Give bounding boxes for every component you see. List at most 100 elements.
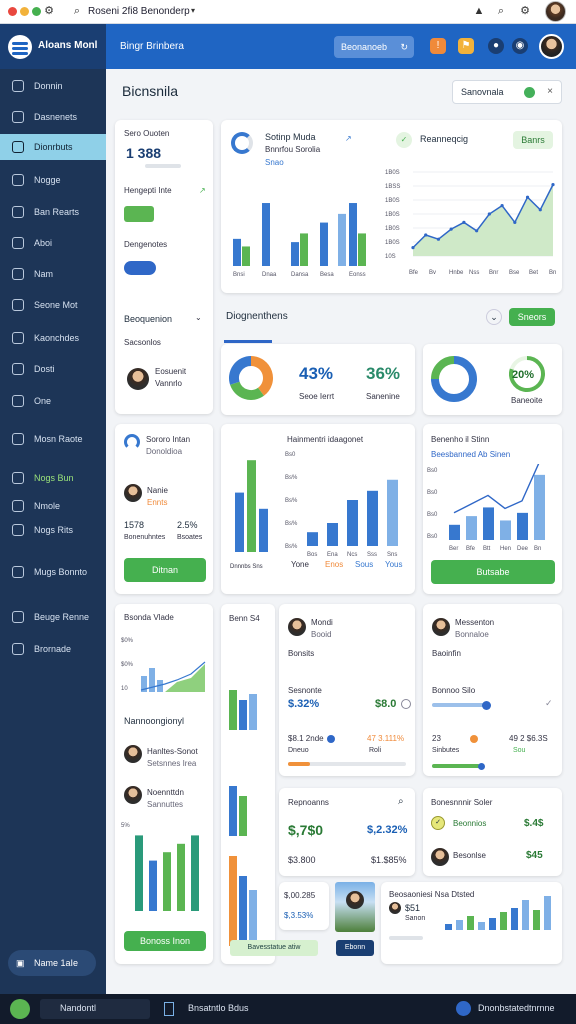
bar bbox=[500, 520, 511, 540]
trend-button[interactable]: Banrs bbox=[513, 131, 553, 149]
user-avatar[interactable] bbox=[545, 1, 566, 22]
sidebar-item-2[interactable]: Dionrbuts bbox=[0, 134, 106, 160]
file-icon[interactable] bbox=[164, 1002, 174, 1016]
app-icon[interactable] bbox=[456, 1001, 471, 1016]
taskbar: Nandontl Bnsatntlo Bdus Dnonbstatedtnrnn… bbox=[0, 994, 576, 1024]
search-icon-right[interactable]: ⌕ bbox=[494, 4, 508, 18]
sidebar-item-1[interactable]: Dasnenets bbox=[0, 104, 106, 130]
close-icon[interactable]: × bbox=[547, 81, 553, 103]
diagnostics-underline bbox=[224, 340, 272, 343]
stat-slider[interactable] bbox=[432, 700, 491, 710]
person-subtitle: Booid bbox=[311, 630, 332, 639]
tick-label: Bnr bbox=[489, 270, 498, 276]
stat-slider-2[interactable] bbox=[432, 762, 485, 770]
profile-label-2: Bsoates bbox=[177, 534, 203, 541]
sidebar-item-14[interactable]: Nogs Rits bbox=[0, 517, 106, 543]
tick-label: Bs0 bbox=[427, 512, 438, 518]
sidebar-item-6[interactable]: Nam bbox=[0, 261, 106, 287]
legend-item: Sous bbox=[355, 560, 374, 569]
gear-icon[interactable]: ⚙ bbox=[518, 4, 532, 18]
person-avatar bbox=[431, 848, 449, 866]
bar bbox=[239, 700, 247, 730]
sidebar-item-17[interactable]: Brornade bbox=[0, 636, 106, 662]
data-point bbox=[411, 246, 415, 250]
bell-icon[interactable]: ● bbox=[488, 38, 504, 54]
tick-label: Dansa bbox=[291, 272, 309, 278]
bar bbox=[500, 912, 507, 930]
toggle-switch[interactable] bbox=[124, 206, 154, 222]
person-subtitle: Setsnnes Irea bbox=[147, 759, 197, 768]
chevron-down-icon[interactable]: ▾ bbox=[186, 4, 200, 18]
search-icon[interactable]: ⌕ bbox=[398, 796, 404, 807]
slider-knob[interactable] bbox=[478, 762, 485, 770]
bar bbox=[544, 896, 551, 930]
sidebar-item-15[interactable]: Mugs Bonnto bbox=[0, 559, 106, 585]
bar bbox=[149, 860, 157, 911]
minimize-window-dot[interactable] bbox=[20, 7, 29, 16]
bar bbox=[239, 876, 247, 946]
side-list-title: Nannoongionyl bbox=[124, 716, 185, 726]
chart-icon bbox=[12, 237, 24, 249]
header-avatar[interactable] bbox=[539, 34, 564, 59]
pie-icon bbox=[12, 524, 24, 536]
diagnostics-stat-3: 20% bbox=[512, 369, 535, 381]
bottom-progress bbox=[389, 936, 423, 940]
search-icon[interactable]: ⌕ bbox=[70, 4, 84, 18]
page-title: Bicnsnila bbox=[122, 83, 179, 99]
trend-title: Reanneqcig bbox=[420, 134, 469, 144]
bar bbox=[511, 908, 518, 930]
slider-knob[interactable] bbox=[482, 700, 491, 710]
sidebar-item-5[interactable]: Aboi bbox=[0, 230, 106, 256]
sidebar-item-9[interactable]: Dosti bbox=[0, 356, 106, 382]
sidebar-item-10[interactable]: One bbox=[0, 388, 106, 414]
profile-name-sub: Ennts bbox=[147, 498, 168, 507]
sidebar-item-0[interactable]: Donnin bbox=[0, 73, 106, 99]
settings-icon-header[interactable]: ◉ bbox=[512, 38, 528, 54]
mini-button[interactable]: Bavesstatue atiw bbox=[230, 940, 318, 956]
taskbar-app-1[interactable]: Bnsatntlo Bdus bbox=[188, 1003, 249, 1013]
radio-icon[interactable] bbox=[401, 699, 411, 709]
diagnostics-button[interactable]: Sneors bbox=[509, 308, 555, 326]
filter-select[interactable]: Sanovnala × bbox=[452, 80, 562, 104]
sidebar-item-3[interactable]: Nogge bbox=[0, 167, 106, 193]
legend-item: Enos bbox=[325, 560, 344, 569]
profile-button[interactable]: Ditnan bbox=[124, 558, 206, 582]
mini-chart-label: Dnnnbs Sns bbox=[230, 564, 263, 570]
sidebar-item-12[interactable]: Nogs Bun bbox=[0, 465, 106, 491]
tick-label: Bs% bbox=[285, 498, 298, 504]
mini-button-2[interactable]: Ebonn bbox=[336, 940, 374, 956]
taskbar-app-2[interactable]: Dnonbstatedtnrnne bbox=[478, 1003, 555, 1013]
shield-icon bbox=[12, 643, 24, 655]
brand-logo-icon bbox=[8, 35, 32, 59]
flag-icon[interactable]: ⚑ bbox=[458, 38, 474, 54]
notification-icon[interactable]: ▲ bbox=[472, 4, 486, 18]
chevron-down-icon[interactable]: ⌄ bbox=[195, 313, 202, 322]
sidebar-item-7[interactable]: Seone Mot bbox=[0, 292, 106, 318]
person-label: Sesnonte bbox=[288, 686, 322, 695]
sidebar-item-11[interactable]: Mosn Raote bbox=[0, 426, 106, 452]
start-icon[interactable] bbox=[10, 999, 30, 1019]
settings-icon[interactable]: ⚙ bbox=[42, 4, 56, 18]
sidebar-item-8[interactable]: Kaonchdes bbox=[0, 325, 106, 351]
header-search[interactable]: Beonanoeb ↻ bbox=[334, 36, 414, 58]
area-fill bbox=[413, 184, 553, 256]
sidebar-item-label: Mugs Bonnto bbox=[34, 567, 88, 577]
tick-label: Bs% bbox=[285, 544, 298, 550]
alert-icon[interactable]: ! bbox=[430, 38, 446, 54]
bar bbox=[135, 835, 143, 911]
bar bbox=[534, 474, 545, 540]
close-window-dot[interactable] bbox=[8, 7, 17, 16]
area-fill bbox=[165, 664, 205, 692]
side-button[interactable]: Bonoss Inon bbox=[124, 931, 206, 951]
finance-title: Repnoanns bbox=[288, 798, 329, 807]
sidebar-item-13[interactable]: Nmole bbox=[0, 493, 106, 519]
profile-subtitle: Donoldioa bbox=[146, 447, 183, 456]
maximize-window-dot[interactable] bbox=[32, 7, 41, 16]
sidebar-item-4[interactable]: Ban Rearts bbox=[0, 199, 106, 225]
growth-button[interactable]: Butsabe bbox=[431, 560, 555, 584]
bar bbox=[249, 890, 257, 946]
chevron-down-icon[interactable]: ⌄ bbox=[486, 309, 502, 325]
sidebar-footer-button[interactable]: ▣ Name 1aIe bbox=[8, 950, 96, 976]
sidebar-item-16[interactable]: Beuge Renne bbox=[0, 604, 106, 630]
brand[interactable]: Aloans Monl bbox=[0, 24, 106, 69]
